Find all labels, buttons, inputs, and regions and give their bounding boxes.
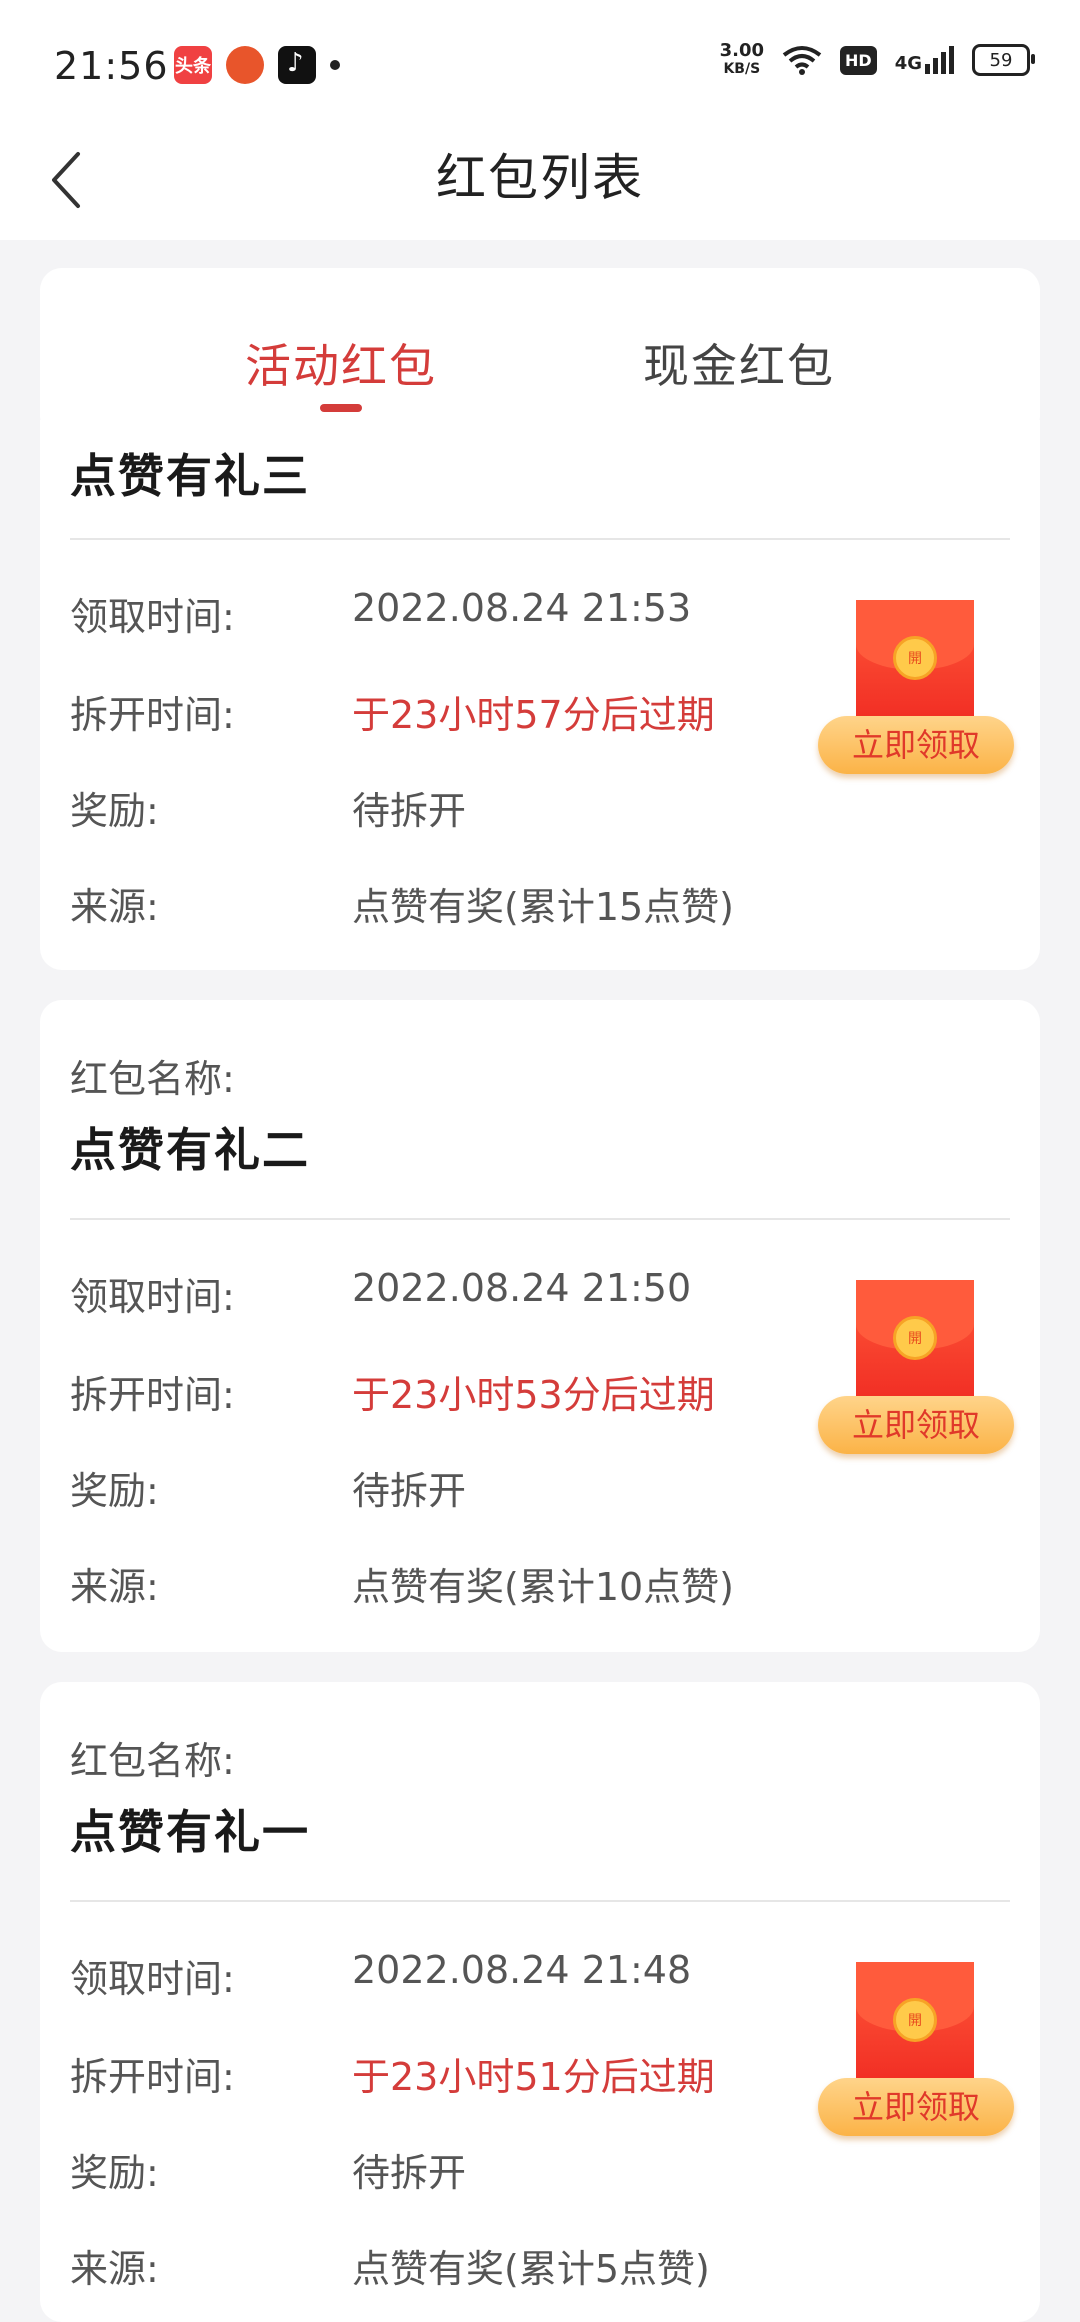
open-time-label: 拆开时间: [70, 1373, 235, 1417]
envelope-seal: 開 [893, 1316, 937, 1360]
toutiao-app-icon: 头条 [174, 46, 212, 84]
signal-type: 4G [894, 53, 922, 74]
receive-time-label: 领取时间: [70, 1957, 235, 2001]
open-time-label: 拆开时间: [70, 693, 235, 737]
claim-button[interactable]: 立即领取 [818, 2078, 1014, 2136]
envelope-name-label: 红包名称: [70, 1739, 235, 1783]
reward-value: 待拆开 [352, 2151, 467, 2195]
open-time-label: 拆开时间: [70, 2055, 235, 2099]
envelope-name: 点赞有礼一 [70, 1805, 310, 1859]
battery-icon: 59 [972, 44, 1035, 76]
card-divider [70, 1900, 1010, 1902]
claim-button[interactable]: 立即领取 [818, 1396, 1014, 1454]
envelope-name-label: 红包名称: [70, 1057, 235, 1101]
envelope-name: 点赞有礼三 [70, 449, 310, 503]
claim-button[interactable]: 立即领取 [818, 716, 1014, 774]
reward-value: 待拆开 [352, 789, 467, 833]
more-notifications-dot-icon [330, 60, 340, 70]
source-label: 来源: [70, 1565, 159, 1609]
card-divider [70, 538, 1010, 540]
red-envelope-icon: 開 [856, 1280, 974, 1410]
source-label: 来源: [70, 2247, 159, 2291]
system-status: 3.00 KB/S HD 4G 59 [720, 42, 1035, 78]
open-time-value: 于23小时51分后过期 [352, 2055, 715, 2099]
envelope-name: 点赞有礼二 [70, 1123, 310, 1177]
red-envelope-icon: 開 [856, 1962, 974, 2092]
red-envelope-icon: 開 [856, 600, 974, 730]
open-time-value: 于23小时53分后过期 [352, 1373, 715, 1417]
network-speed-value: 3.00 [719, 40, 765, 61]
tiktok-app-icon [278, 46, 316, 84]
receive-time-value: 2022.08.24 21:48 [352, 1948, 692, 1992]
tab-active-indicator [320, 404, 362, 412]
open-time-value: 于23小时57分后过期 [352, 693, 715, 737]
notification-icons: 头条 [174, 46, 340, 84]
reward-value: 待拆开 [352, 1469, 467, 1513]
envelope-seal: 開 [893, 636, 937, 680]
source-value: 点赞有奖(累计15点赞) [352, 885, 735, 929]
shopping-app-icon [226, 46, 264, 84]
reward-label: 奖励: [70, 1469, 159, 1513]
network-speed-unit: KB/S [723, 61, 761, 77]
tab-cash-envelopes[interactable]: 现金红包 [643, 330, 835, 396]
envelope-seal: 開 [893, 1998, 937, 2042]
envelope-card: 点赞有礼三 领取时间: 2022.08.24 21:53 拆开时间: 于23小时… [40, 420, 1040, 970]
envelope-card: 红包名称: 点赞有礼二 领取时间: 2022.08.24 21:50 拆开时间:… [40, 1000, 1040, 1652]
source-label: 来源: [70, 885, 159, 929]
card-divider [70, 1218, 1010, 1220]
hd-voice-icon: HD [840, 45, 877, 75]
reward-label: 奖励: [70, 789, 159, 833]
source-value: 点赞有奖(累计5点赞) [352, 2247, 710, 2291]
envelope-card: 红包名称: 点赞有礼一 领取时间: 2022.08.24 21:48 拆开时间:… [40, 1682, 1040, 2322]
tab-activity-envelopes[interactable]: 活动红包 [245, 330, 437, 396]
status-time: 21:56 [54, 44, 169, 88]
receive-time-label: 领取时间: [70, 1275, 235, 1319]
network-speed: 3.00 KB/S [720, 42, 764, 78]
receive-time-label: 领取时间: [70, 595, 235, 639]
tab-bar: 活动红包 现金红包 [40, 268, 1040, 438]
status-bar: 21:56 头条 3.00 KB/S HD 4G 59 [0, 0, 1080, 120]
reward-label: 奖励: [70, 2151, 159, 2195]
cell-signal-icon: 4G [895, 46, 954, 74]
receive-time-value: 2022.08.24 21:53 [352, 586, 692, 630]
receive-time-value: 2022.08.24 21:50 [352, 1266, 692, 1310]
wifi-icon [782, 46, 822, 75]
nav-bar: 红包列表 [0, 120, 1080, 240]
page-title: 红包列表 [436, 149, 644, 207]
source-value: 点赞有奖(累计10点赞) [352, 1565, 735, 1609]
